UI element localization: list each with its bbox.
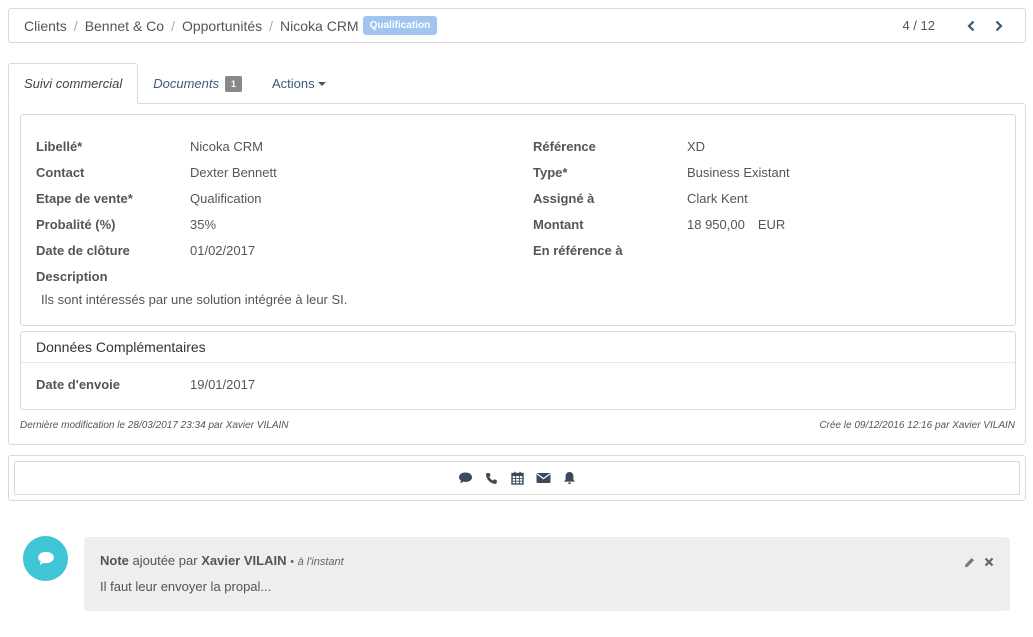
value-etape: Qualification bbox=[190, 190, 262, 206]
label-date-envoi: Date d'envoie bbox=[36, 376, 121, 392]
label-type: Type* bbox=[533, 164, 568, 180]
value-date-envoi: 19/01/2017 bbox=[190, 376, 256, 392]
next-record-button[interactable] bbox=[989, 16, 1009, 36]
envelope-icon[interactable] bbox=[535, 470, 551, 486]
value-assigne: Clark Kent bbox=[687, 190, 748, 206]
field-label: Date d'envoie bbox=[36, 374, 120, 394]
field-value: Nicoka CRM bbox=[190, 136, 263, 156]
value-date-cloture: 01/02/2017 bbox=[190, 242, 256, 258]
field-value: Ils sont intéressés par une solution int… bbox=[41, 289, 347, 309]
note-author[interactable]: Xavier VILAIN bbox=[201, 553, 286, 568]
label-assigne: Assigné à bbox=[533, 190, 595, 206]
tab-label: Suivi commercial bbox=[24, 76, 123, 91]
field-label: Assigné à bbox=[533, 188, 594, 208]
activity-toolbar bbox=[8, 455, 1026, 501]
previous-record-button[interactable] bbox=[961, 16, 981, 36]
label-etape: Etape de vente* bbox=[36, 190, 133, 206]
field-value: Qualification bbox=[190, 188, 262, 208]
value-probabilite: 35% bbox=[190, 216, 217, 232]
documents-count-badge: 1 bbox=[225, 75, 243, 92]
pager: 4 / 12 bbox=[902, 9, 1009, 42]
details-card: Libellé* Nicoka CRM Contact Dexter Benne… bbox=[20, 114, 1016, 326]
note-avatar bbox=[23, 536, 68, 581]
tab-label: Documents bbox=[153, 76, 219, 91]
comment-icon bbox=[37, 551, 54, 566]
stage-badge: Qualification bbox=[362, 16, 438, 35]
note-title: Note bbox=[100, 553, 129, 568]
value-description: Ils sont intéressés par une solution int… bbox=[41, 291, 348, 307]
note-time: à l'instant bbox=[297, 556, 344, 568]
value-type: Business Existant bbox=[687, 164, 790, 180]
edit-note-button[interactable] bbox=[962, 555, 976, 569]
field-value: 18 950,00 EUR bbox=[687, 214, 785, 234]
breadcrumb-separator: / bbox=[171, 17, 175, 34]
caret-down-icon bbox=[317, 81, 326, 86]
pager-count: 4 / 12 bbox=[902, 18, 935, 33]
phone-icon[interactable] bbox=[483, 470, 499, 486]
field-value: Clark Kent bbox=[687, 188, 748, 208]
value-contact: Dexter Bennett bbox=[190, 164, 277, 180]
field-label: Montant bbox=[533, 214, 584, 234]
note-header: Note ajoutée par Xavier VILAIN • à l'ins… bbox=[100, 553, 344, 568]
field-value: Dexter Bennett bbox=[190, 162, 277, 182]
field-value: XD bbox=[687, 136, 705, 156]
breadcrumb-item-current: Nicoka CRM bbox=[280, 17, 359, 34]
field-value: 19/01/2017 bbox=[190, 374, 255, 394]
close-icon bbox=[984, 557, 994, 567]
extra-data-card: Données Complémentaires Date d'envoie 19… bbox=[20, 331, 1016, 410]
created-meta: Crée le 09/12/2016 12:16 par Xavier VILA… bbox=[819, 420, 1015, 431]
value-reference: XD bbox=[687, 138, 706, 154]
label-date-cloture: Date de clôture bbox=[36, 242, 130, 258]
field-label: Type* bbox=[533, 162, 567, 182]
breadcrumb-item-clients[interactable]: Clients bbox=[24, 18, 67, 34]
field-value: Business Existant bbox=[687, 162, 790, 182]
tab-suivi-commercial[interactable]: Suivi commercial bbox=[8, 63, 139, 104]
tab-panel-suivi: Libellé* Nicoka CRM Contact Dexter Benne… bbox=[8, 103, 1026, 445]
note-tools bbox=[956, 555, 996, 569]
label-libelle: Libellé* bbox=[36, 138, 83, 154]
chevron-left-icon bbox=[967, 20, 975, 31]
field-label: Libellé* bbox=[36, 136, 82, 156]
extra-data-title: Données Complémentaires bbox=[21, 332, 1015, 363]
activity-toolbar-inner bbox=[14, 461, 1020, 495]
field-label: Probalité (%) bbox=[36, 214, 115, 234]
comment-icon[interactable] bbox=[457, 470, 473, 486]
label-en-reference: En référence à bbox=[533, 242, 623, 258]
tab-bar: Suivi commercial Documents 1 Actions bbox=[8, 63, 341, 104]
label-description: Description bbox=[36, 268, 108, 284]
field-value: 35% bbox=[190, 214, 216, 234]
note-body: Il faut leur envoyer la propal... bbox=[100, 579, 272, 594]
tab-label: Actions bbox=[272, 76, 315, 91]
field-label: Contact bbox=[36, 162, 84, 182]
breadcrumb-item-company[interactable]: Bennet & Co bbox=[85, 18, 164, 34]
bell-icon[interactable] bbox=[561, 470, 577, 486]
calendar-icon[interactable] bbox=[509, 470, 525, 486]
delete-note-button[interactable] bbox=[982, 555, 996, 569]
label-reference: Référence bbox=[533, 138, 596, 154]
field-label: Date de clôture bbox=[36, 240, 130, 260]
label-contact: Contact bbox=[36, 164, 85, 180]
modified-meta: Dernière modification le 28/03/2017 23:3… bbox=[20, 420, 289, 431]
value-montant-unit: EUR bbox=[757, 216, 786, 232]
pencil-icon bbox=[964, 557, 974, 567]
label-probabilite: Probalité (%) bbox=[36, 216, 116, 232]
field-label: En référence à bbox=[533, 240, 623, 260]
breadcrumb-bar: Clients / Bennet & Co / Opportunités / N… bbox=[8, 8, 1026, 43]
field-label: Description bbox=[36, 266, 108, 286]
field-label: Etape de vente* bbox=[36, 188, 133, 208]
field-value: 01/02/2017 bbox=[190, 240, 255, 260]
value-libelle: Nicoka CRM bbox=[190, 138, 263, 154]
field-label: Référence bbox=[533, 136, 596, 156]
note-time-separator: • bbox=[290, 556, 294, 568]
actions-dropdown[interactable]: Actions bbox=[257, 63, 341, 104]
label-montant: Montant bbox=[533, 216, 584, 232]
breadcrumb-separator: / bbox=[73, 17, 78, 34]
note-title-mid: ajoutée par bbox=[132, 553, 198, 568]
value-montant: 18 950,00 bbox=[687, 216, 745, 232]
note-card: Note ajoutée par Xavier VILAIN • à l'ins… bbox=[84, 537, 1010, 611]
breadcrumb-separator: / bbox=[269, 17, 274, 34]
chevron-right-icon bbox=[995, 20, 1003, 31]
breadcrumb-item-opportunities[interactable]: Opportunités bbox=[182, 18, 262, 34]
tab-documents[interactable]: Documents 1 bbox=[138, 63, 257, 104]
